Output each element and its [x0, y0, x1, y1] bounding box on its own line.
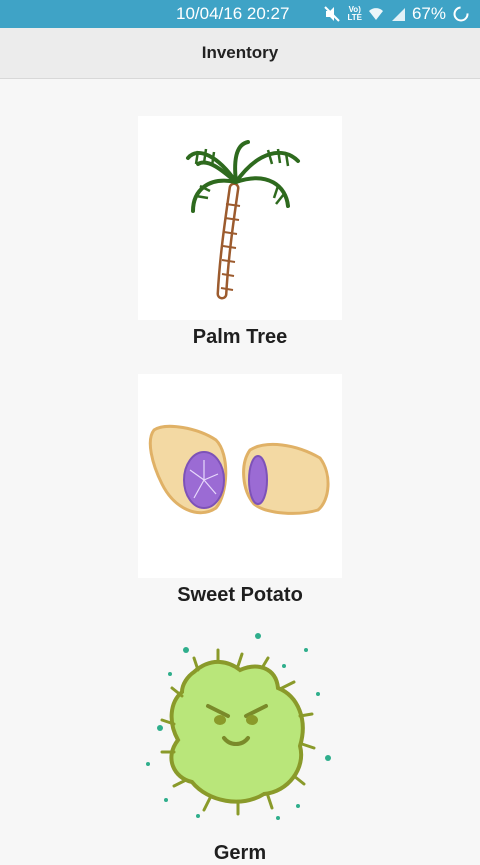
item-label: Sweet Potato	[177, 584, 303, 606]
status-icons: Vo) LTE 67%	[323, 4, 470, 24]
volte-indicator: Vo) LTE	[347, 5, 362, 22]
page-title: Inventory	[201, 43, 279, 62]
signal-icon	[391, 8, 405, 21]
item-label: Palm Tree	[192, 326, 288, 348]
palm-tree-card[interactable]	[138, 116, 342, 320]
status-time: 10/04/16 20:27	[176, 4, 290, 23]
list-item-sweet-potato[interactable]: Sweet Potato	[138, 374, 342, 607]
germ-card[interactable]	[138, 632, 342, 836]
sweet-potato-icon	[148, 424, 330, 515]
germ-icon	[146, 633, 331, 820]
wifi-icon	[368, 8, 383, 20]
status-bar: 10/04/16 20:27 Vo) LTE 67%	[0, 0, 480, 28]
list-item-palm-tree[interactable]: Palm Tree	[138, 116, 342, 349]
palm-tree-icon	[186, 140, 300, 300]
battery-charging-icon	[453, 6, 469, 22]
battery-percentage: 67%	[411, 4, 446, 23]
item-label: Germ	[213, 842, 267, 864]
app-bar: Inventory	[0, 28, 480, 79]
mute-icon	[324, 6, 341, 22]
list-item-germ[interactable]: Germ	[138, 632, 342, 865]
sweet-potato-card[interactable]	[138, 374, 342, 578]
